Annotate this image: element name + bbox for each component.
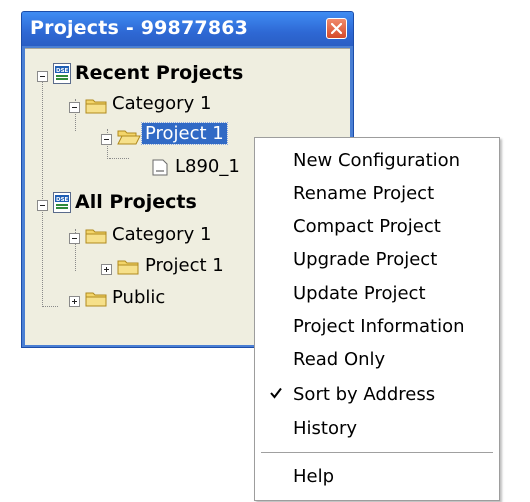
tree-recent-category[interactable]: Category 1: [112, 93, 211, 114]
tree-public[interactable]: Public: [112, 287, 165, 308]
database-icon: DSE: [53, 63, 71, 84]
menu-item-label: Upgrade Project: [293, 249, 438, 270]
menu-item-update-project[interactable]: Update Project: [256, 277, 498, 309]
menu-item-sort-by-address[interactable]: Sort by Address: [256, 378, 498, 410]
title-bar[interactable]: Projects - 99877863: [22, 12, 353, 46]
menu-item-rename-project[interactable]: Rename Project: [256, 177, 498, 209]
menu-item-read-only[interactable]: Read Only: [256, 343, 498, 375]
expander-recent-category[interactable]: [69, 102, 80, 113]
context-menu: New Configuration Rename Project Compact…: [254, 137, 500, 501]
menu-item-label: Help: [293, 466, 335, 487]
tree-all-projects[interactable]: All Projects: [75, 191, 197, 213]
open-folder-icon: [117, 130, 141, 145]
svg-text:DSE: DSE: [56, 197, 69, 203]
menu-item-help[interactable]: Help: [256, 460, 498, 492]
database-icon: DSE: [53, 192, 71, 213]
expander-recent[interactable]: [37, 71, 48, 82]
menu-separator: [261, 452, 493, 453]
close-icon: [331, 23, 342, 34]
expander-recent-project[interactable]: [101, 134, 112, 145]
svg-text:DSE: DSE: [56, 68, 69, 74]
menu-item-label: Update Project: [293, 283, 426, 304]
menu-item-label: Compact Project: [293, 216, 441, 237]
file-icon: [152, 159, 168, 176]
menu-item-compact-project[interactable]: Compact Project: [256, 210, 498, 242]
expander-all-category[interactable]: [69, 233, 80, 244]
tree-all-category[interactable]: Category 1: [112, 224, 211, 245]
menu-item-label: New Configuration: [293, 150, 461, 171]
folder-icon: [85, 292, 107, 307]
tree-recent-file[interactable]: L890_1: [175, 156, 240, 177]
tree-recent-projects[interactable]: Recent Projects: [75, 62, 243, 84]
menu-item-upgrade-project[interactable]: Upgrade Project: [256, 243, 498, 275]
menu-item-label: Project Information: [293, 316, 465, 337]
folder-icon: [117, 260, 139, 275]
expander-all-project[interactable]: [101, 264, 112, 275]
tree-all-project[interactable]: Project 1: [145, 255, 224, 276]
menu-item-history[interactable]: History: [256, 412, 498, 444]
window-title: Projects - 99877863: [30, 17, 249, 39]
checkmark-icon: [270, 387, 282, 399]
close-button[interactable]: [326, 18, 347, 39]
menu-item-project-information[interactable]: Project Information: [256, 310, 498, 342]
menu-item-label: Rename Project: [293, 183, 435, 204]
folder-icon: [85, 229, 107, 244]
menu-item-label: Sort by Address: [293, 384, 436, 405]
menu-item-new-configuration[interactable]: New Configuration: [256, 144, 498, 176]
folder-icon: [85, 99, 107, 114]
menu-item-label: Read Only: [293, 349, 386, 370]
expander-all[interactable]: [37, 200, 48, 211]
tree-recent-project-selected[interactable]: Project 1: [141, 122, 228, 145]
expander-public[interactable]: [69, 296, 80, 307]
menu-item-label: History: [293, 418, 358, 439]
